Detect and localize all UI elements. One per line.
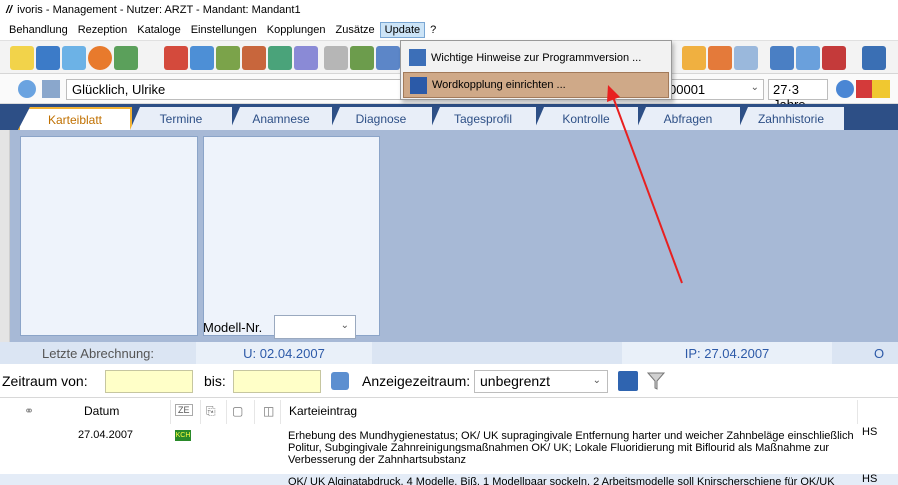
tab-bar: Karteiblatt Termine Anamnese Diagnose Ta… — [0, 104, 898, 130]
billing-label: Letzte Abrechnung: — [41, 345, 155, 361]
karteiblatt-area — [10, 130, 898, 342]
menu-item-program-notes[interactable]: Wichtige Hinweise zur Programmversion ..… — [403, 45, 669, 71]
table-row[interactable]: OK/ UK Alginatabdruck, 4 Modelle, Biß, 1… — [0, 474, 898, 485]
menu-rezeption[interactable]: Rezeption — [73, 22, 133, 38]
menu-help[interactable]: ? — [425, 22, 441, 38]
menu-kataloge[interactable]: Kataloge — [132, 22, 185, 38]
tooth-icon: ◫ — [263, 404, 275, 418]
tooth-search-icon[interactable] — [836, 80, 854, 98]
row-user: HS — [862, 426, 878, 438]
document-icon — [409, 49, 426, 66]
header-date[interactable]: Datum — [84, 404, 119, 418]
billing-o-value: O — [873, 345, 885, 361]
kch-badge: KCH — [175, 430, 191, 441]
stamp-icon[interactable] — [216, 46, 240, 70]
save-icon[interactable] — [618, 371, 638, 391]
row-date: 27.04.2007 — [78, 429, 134, 441]
date-from-input[interactable] — [105, 370, 193, 393]
tab-zahnhistorie[interactable]: Zahnhistorie — [738, 107, 844, 130]
refresh-icon[interactable] — [331, 372, 349, 390]
range-select-value: unbegrenzt — [480, 373, 551, 389]
filter-icon[interactable] — [646, 371, 666, 391]
update-menu: Wichtige Hinweise zur Programmversion ..… — [400, 40, 672, 100]
puzzle-icon[interactable] — [242, 46, 266, 70]
sheet-icon[interactable] — [294, 46, 318, 70]
filter-bar: Zeitraum von: bis: Anzeigezeitraum: unbe… — [0, 364, 898, 398]
chevron-down-icon: ⌄ — [750, 82, 759, 93]
save-icon[interactable] — [862, 46, 886, 70]
window-icon[interactable] — [796, 46, 820, 70]
document-icon[interactable] — [62, 46, 86, 70]
printer-icon: ⎘ — [206, 404, 216, 418]
printer-icon[interactable] — [734, 46, 758, 70]
magnifier-icon[interactable] — [324, 46, 348, 70]
word-icon — [410, 77, 427, 94]
menu-update[interactable]: Update — [379, 22, 426, 38]
menu-item-word-coupling-label: Wordkopplung einrichten ... — [432, 79, 566, 91]
chevron-down-icon: ⌄ — [340, 320, 349, 331]
patient-number-select[interactable]: 00001 ⌄ — [664, 79, 764, 100]
patient-number-value: 00001 — [669, 82, 706, 97]
menu-kopplungen[interactable]: Kopplungen — [262, 22, 331, 38]
chevron-down-icon: ⌄ — [592, 375, 601, 386]
modell-label: Modell-Nr. — [203, 320, 263, 335]
window-title: ivoris - Management - Nutzer: ARZT - Man… — [17, 4, 301, 16]
tab-abfragen[interactable]: Abfragen — [636, 107, 740, 130]
row-entry: Erhebung des Mundhygienestatus; OK/ UK s… — [288, 430, 854, 466]
report-icon[interactable] — [268, 46, 292, 70]
image-panel-left[interactable] — [20, 136, 198, 336]
chart-pie-icon[interactable] — [88, 46, 112, 70]
graph-icon[interactable] — [114, 46, 138, 70]
search-icon[interactable] — [18, 80, 36, 98]
billing-u-value: U: 02.04.2007 — [196, 342, 372, 364]
menu-item-program-notes-label: Wichtige Hinweise zur Programmversion ..… — [431, 52, 642, 64]
range-select[interactable]: unbegrenzt ⌄ — [474, 370, 608, 393]
word-icon[interactable] — [770, 46, 794, 70]
billing-ip-value: IP: 27.04.2007 — [622, 342, 832, 364]
group-icon[interactable] — [708, 46, 732, 70]
header-entry[interactable]: Karteieintrag — [289, 404, 357, 418]
calendar-icon[interactable] — [164, 46, 188, 70]
tab-anamnese[interactable]: Anamnese — [230, 107, 332, 130]
menu-behandlung[interactable]: Behandlung — [4, 22, 73, 38]
tooth-icon[interactable] — [36, 46, 60, 70]
tab-termine[interactable]: Termine — [130, 107, 232, 130]
mail-icon[interactable] — [376, 46, 400, 70]
date-to-input[interactable] — [233, 370, 321, 393]
tab-kontrolle[interactable]: Kontrolle — [534, 107, 638, 130]
tab-tagesprofil[interactable]: Tagesprofil — [430, 107, 536, 130]
splitter-handle[interactable] — [0, 130, 10, 342]
to-label: bis: — [204, 373, 226, 389]
note-icon: ▢ — [232, 404, 244, 418]
attachment-icon: ⚭ — [24, 404, 35, 418]
range-label: Anzeigezeitraum: — [362, 373, 471, 389]
tools-icon[interactable] — [350, 46, 374, 70]
image-panel-right[interactable] — [203, 136, 380, 336]
tab-diagnose[interactable]: Diagnose — [330, 107, 432, 130]
menu-zusaetze[interactable]: Zusätze — [331, 22, 380, 38]
from-label: Zeitraum von: — [2, 373, 88, 389]
tab-karteiblatt[interactable]: Karteiblatt — [18, 107, 132, 130]
link-icon[interactable] — [42, 80, 60, 98]
menu-bar: Behandlung Rezeption Kataloge Einstellun… — [0, 20, 898, 40]
app-logo-icon: // — [6, 4, 13, 16]
list-icon[interactable] — [190, 46, 214, 70]
pen-tool-icon[interactable] — [10, 46, 34, 70]
header-ze[interactable]: ZE — [175, 404, 193, 416]
row-user: HS — [862, 474, 878, 485]
table-row[interactable]: 27.04.2007 KCH Erhebung des Mundhygienes… — [0, 424, 898, 474]
warning-icon[interactable] — [872, 80, 890, 98]
billing-row: Letzte Abrechnung: U: 02.04.2007 IP: 27.… — [0, 342, 898, 364]
menu-einstellungen[interactable]: Einstellungen — [186, 22, 262, 38]
people-icon[interactable] — [682, 46, 706, 70]
title-bar: // ivoris - Management - Nutzer: ARZT - … — [0, 0, 898, 20]
modell-select[interactable]: ⌄ — [274, 315, 356, 339]
patient-age-field: 27·3 Jahre — [768, 79, 828, 112]
menu-item-word-coupling[interactable]: Wordkopplung einrichten ... — [403, 72, 669, 98]
pencil-red-icon[interactable] — [822, 46, 846, 70]
table-header: ⚭ Datum ZE ⎘ ▢ ◫ Karteieintrag — [0, 400, 898, 422]
row-entry: OK/ UK Alginatabdruck, 4 Modelle, Biß, 1… — [288, 476, 835, 485]
